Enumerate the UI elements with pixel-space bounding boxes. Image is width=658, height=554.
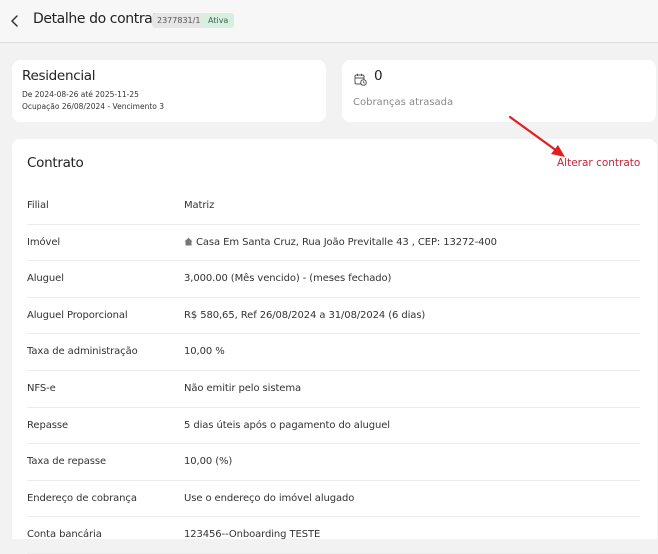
contract-id-badge: 2377831/1: [152, 13, 206, 28]
detail-label: Aluguel Proporcional: [27, 309, 128, 321]
detail-label: Aluguel: [27, 273, 64, 285]
detail-row-imovel: Imóvel Casa Em Santa Cruz, Rua João Prev…: [27, 225, 640, 262]
detail-row-endereco-cobranca: Endereço de cobrança Use o endereço do i…: [27, 481, 640, 518]
detail-row-conta-bancaria: Conta bancária 123456--Onboarding TESTE: [27, 517, 640, 554]
overdue-label: Cobranças atrasada: [353, 97, 454, 108]
detail-value: 10,00 %: [184, 346, 225, 358]
detail-value: 123456--Onboarding TESTE: [184, 529, 321, 541]
calendar-clock-icon: [354, 71, 367, 86]
detail-value: 10,00 (%): [184, 456, 233, 468]
detail-label: Filial: [27, 200, 49, 211]
occupation-text: Ocupação 26/08/2024 - Vencimento 3: [22, 102, 165, 111]
detail-row-taxa-administracao: Taxa de administração 10,00 %: [27, 334, 640, 371]
overdue-charges-card: 0 Cobranças atrasada: [342, 60, 656, 122]
property-address-link[interactable]: Casa Em Santa Cruz, Rua João Previtalle …: [196, 237, 497, 248]
detail-label: Conta bancária: [27, 529, 102, 541]
detail-label: Taxa de repasse: [27, 456, 107, 468]
detail-row-aluguel: Aluguel 3,000.00 (Mês vencido) - (meses …: [27, 261, 640, 298]
detail-value: 3,000.00 (Mês vencido) - (meses fechado): [184, 273, 392, 285]
page-title: Detalhe do contrato: [33, 11, 166, 27]
overdue-count: 0: [374, 68, 383, 84]
detail-value: R$ 580,65, Ref 26/08/2024 a 31/08/2024 (…: [184, 309, 426, 321]
detail-value: Matriz: [184, 200, 215, 211]
detail-value: Não emitir pelo sistema: [184, 382, 301, 394]
detail-row-filial: Filial Matriz: [27, 188, 640, 225]
contract-detail-list: Filial Matriz Imóvel Casa Em Santa Cruz,…: [27, 188, 640, 554]
detail-value-wrapper: Casa Em Santa Cruz, Rua João Previtalle …: [184, 237, 497, 248]
detail-row-repasse: Repasse 5 dias úteis após o pagamento do…: [27, 408, 640, 445]
detail-value: Use o endereço do imóvel alugado: [184, 492, 355, 504]
top-bar: Detalhe do contrato 2377831/1 Ativa: [0, 0, 658, 43]
detail-label: Endereço de cobrança: [27, 492, 137, 504]
contract-details-card: Contrato Alterar contrato Filial Matriz …: [12, 139, 657, 554]
detail-row-taxa-repasse: Taxa de repasse 10,00 (%): [27, 444, 640, 481]
back-arrow-icon[interactable]: [8, 13, 22, 29]
detail-label: Repasse: [27, 419, 68, 431]
detail-row-aluguel-proporcional: Aluguel Proporcional R$ 580,65, Ref 26/0…: [27, 298, 640, 335]
detail-label: NFS-e: [27, 382, 56, 394]
detail-value: 5 dias úteis após o pagamento do aluguel: [184, 419, 390, 431]
detail-label: Imóvel: [27, 236, 61, 248]
contract-period-text: De 2024-08-26 até 2025-11-25: [22, 90, 139, 99]
status-badge: Ativa: [202, 13, 235, 28]
alter-contract-button[interactable]: Alterar contrato: [557, 157, 640, 169]
detail-row-nfse: NFS-e Não emitir pelo sistema: [27, 371, 640, 408]
contract-heading: Contrato: [27, 155, 84, 171]
property-type-title: Residencial: [22, 68, 96, 84]
detail-label: Taxa de administração: [27, 346, 138, 358]
home-icon: [184, 237, 193, 246]
property-summary-card: Residencial De 2024-08-26 até 2025-11-25…: [12, 60, 326, 122]
